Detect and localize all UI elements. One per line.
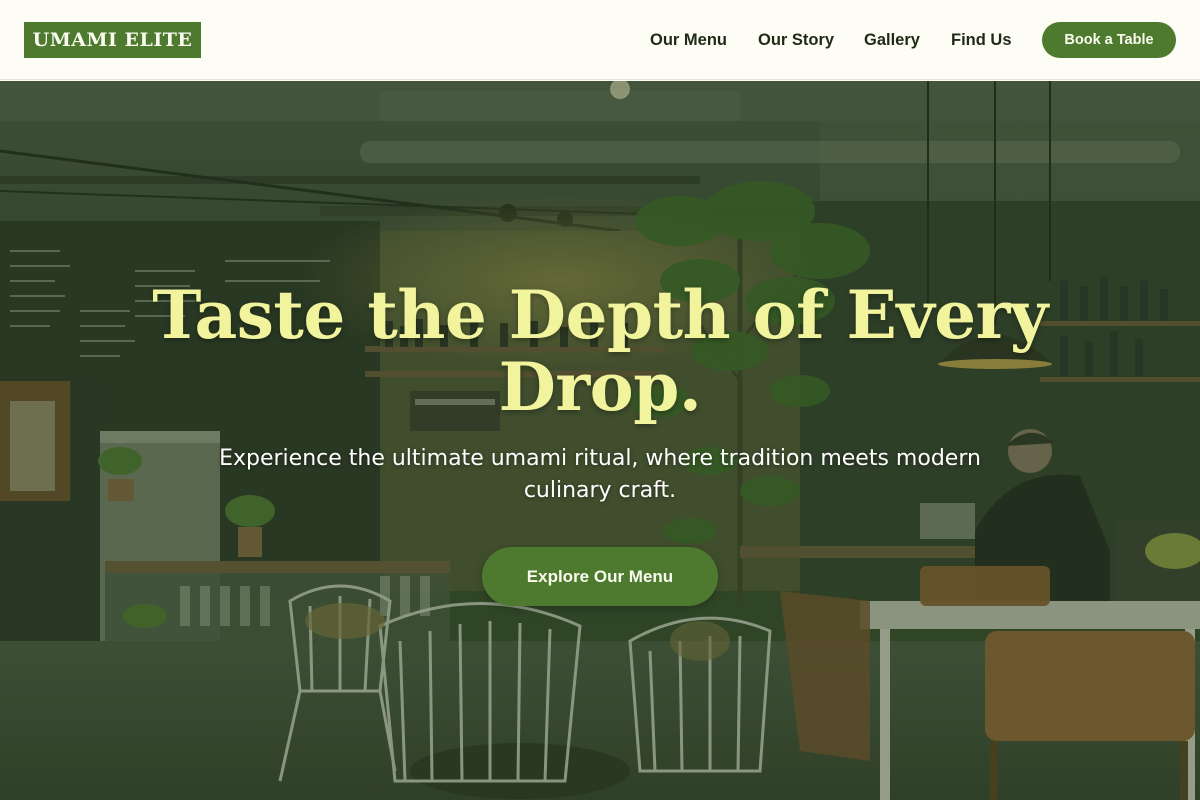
book-table-button[interactable]: Book a Table	[1042, 22, 1176, 58]
hero-title: Taste the Depth of Every Drop.	[152, 276, 1048, 426]
nav-link-our-story[interactable]: Our Story	[758, 30, 834, 50]
explore-menu-button[interactable]: Explore Our Menu	[482, 547, 718, 606]
hero-overlay	[0, 81, 1200, 800]
nav-link-our-menu[interactable]: Our Menu	[650, 30, 727, 50]
site-header: UMAMI ELITE Our Menu Our Story Gallery F…	[0, 0, 1200, 80]
brand-logo[interactable]: UMAMI ELITE	[24, 22, 201, 58]
hero-subtitle: Experience the ultimate umami ritual, wh…	[219, 446, 981, 503]
hero-section: Taste the Depth of Every Drop. Experienc…	[0, 81, 1200, 800]
nav-link-gallery[interactable]: Gallery	[864, 30, 920, 50]
nav-link-find-us[interactable]: Find Us	[951, 30, 1012, 50]
